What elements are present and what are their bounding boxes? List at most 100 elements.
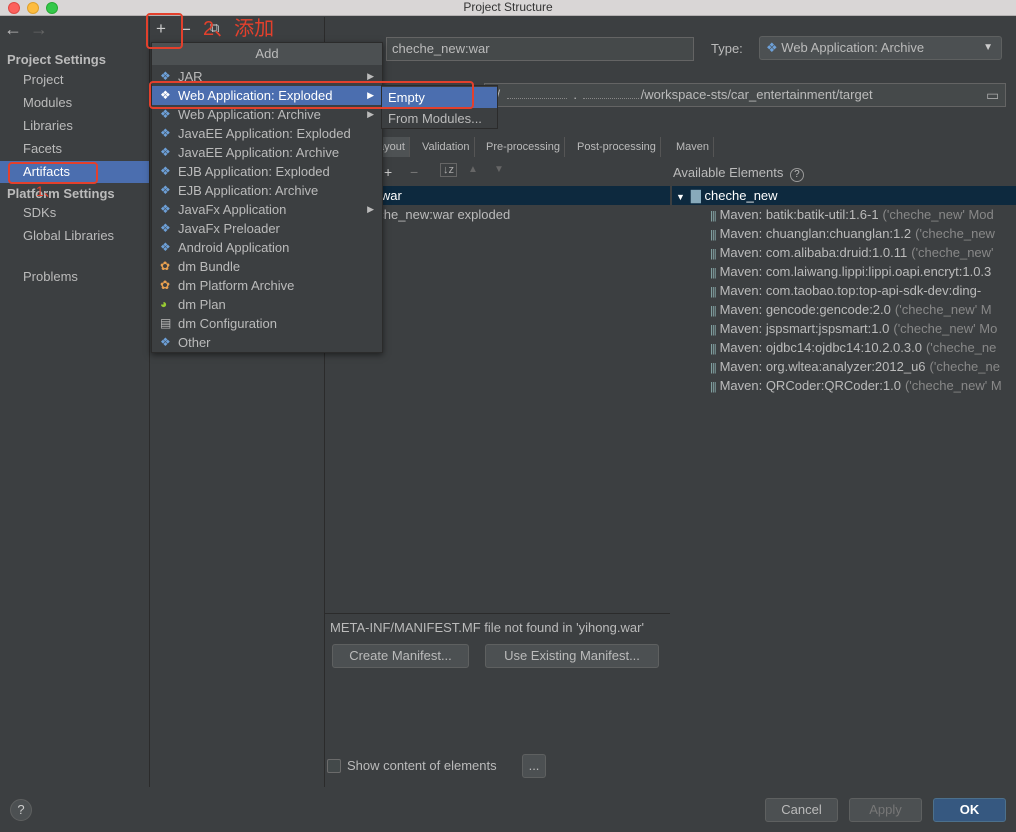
dm-config-icon: ▤ bbox=[160, 316, 172, 330]
use-existing-manifest-button[interactable]: Use Existing Manifest... bbox=[485, 644, 659, 668]
popup-item-dm-bundle[interactable]: ✿ dm Bundle bbox=[152, 257, 382, 276]
cancel-button[interactable]: Cancel bbox=[765, 798, 838, 822]
sidebar-item-project[interactable]: Project bbox=[0, 69, 149, 91]
redacted-path-segment-2 bbox=[582, 98, 639, 99]
move-down-icon[interactable]: ▼ bbox=[494, 164, 504, 175]
add-element-icon[interactable]: + bbox=[384, 164, 392, 180]
help-icon[interactable]: ? bbox=[789, 168, 804, 182]
popup-item-javafx-application[interactable]: ❖ JavaFx Application ▶ bbox=[152, 200, 382, 219]
sidebar-item-global-libraries[interactable]: Global Libraries bbox=[0, 225, 149, 247]
library-icon: ||| bbox=[710, 210, 717, 222]
library-icon: ||| bbox=[710, 362, 717, 374]
available-library-row[interactable]: ||| Maven: com.laiwang.lippi:lippi.oapi.e… bbox=[672, 262, 1016, 281]
available-library-row[interactable]: ||| Maven: ojdbc14:ojdbc14:10.2.0.3.0 ('ch… bbox=[672, 338, 1016, 357]
forward-arrow-icon[interactable]: → bbox=[30, 19, 48, 39]
nav-arrows: ← → bbox=[4, 19, 48, 40]
available-tree-root[interactable]: ▼ ▇ cheche_new bbox=[672, 186, 1016, 205]
popup-item-other[interactable]: ❖ Other bbox=[152, 333, 382, 352]
popup-item-android-application[interactable]: ❖ Android Application bbox=[152, 238, 382, 257]
module-folder-icon: ▇ bbox=[690, 188, 701, 203]
create-manifest-button[interactable]: Create Manifest... bbox=[332, 644, 469, 668]
settings-sidebar: ← → Project Settings Project Modules Libr… bbox=[0, 17, 150, 787]
apply-button[interactable]: Apply bbox=[849, 798, 922, 822]
submenu-item-from-modules[interactable]: From Modules... bbox=[382, 108, 497, 129]
ejb-archive-icon: ❖ bbox=[160, 183, 171, 197]
library-name: Maven: batik:batik-util:1.6-1 bbox=[719, 207, 879, 222]
show-content-checkbox[interactable] bbox=[327, 759, 341, 773]
popup-item-label: dm Bundle bbox=[178, 259, 241, 274]
popup-item-dm-plan[interactable]: ◕ dm Plan bbox=[152, 295, 382, 314]
sidebar-item-sdks[interactable]: SDKs bbox=[0, 202, 149, 224]
available-library-row[interactable]: ||| Maven: batik:batik-util:1.6-1 ('cheche… bbox=[672, 205, 1016, 224]
artifact-name-field[interactable]: cheche_new:war bbox=[386, 37, 694, 61]
chevron-down-icon: ▼ bbox=[983, 42, 993, 53]
popup-item-label: dm Configuration bbox=[178, 316, 277, 331]
popup-item-javafx-preloader[interactable]: ❖ JavaFx Preloader bbox=[152, 219, 382, 238]
other-icon: ❖ bbox=[160, 335, 171, 349]
available-library-row[interactable]: ||| Maven: org.wltea:analyzer:2012_u6 ('ch… bbox=[672, 357, 1016, 376]
sidebar-item-problems[interactable]: Problems bbox=[0, 266, 149, 288]
move-up-icon[interactable]: ▲ bbox=[468, 164, 478, 175]
popup-item-label: Android Application bbox=[178, 240, 290, 255]
tab-post-processing[interactable]: Post-processing bbox=[573, 137, 661, 157]
available-elements-label: Available Elements ? bbox=[673, 165, 804, 182]
available-library-row[interactable]: ||| Maven: com.taobao.top:top-api-sdk-dev… bbox=[672, 281, 1016, 300]
tab-maven[interactable]: Maven bbox=[672, 137, 715, 157]
artifact-type-select[interactable]: ❖ Web Application: Archive ▼ bbox=[759, 36, 1002, 60]
popup-item-ejb-application-archive[interactable]: ❖ EJB Application: Archive bbox=[152, 181, 382, 200]
library-name: Maven: chuanglan:chuanglan:1.2 bbox=[719, 226, 912, 241]
artifact-type-value: Web Application: Archive bbox=[781, 40, 925, 55]
popup-item-label: EJB Application: Archive bbox=[178, 183, 319, 198]
sort-icon[interactable]: ↓z bbox=[440, 163, 457, 177]
popup-item-label: JavaFx Application bbox=[178, 202, 287, 217]
library-module-suffix: ('cheche_new' Mo bbox=[893, 321, 998, 336]
web-app-icon: ❖ bbox=[766, 40, 778, 55]
ok-button[interactable]: OK bbox=[933, 798, 1006, 822]
library-module-suffix: ('cheche_new bbox=[915, 226, 995, 241]
sidebar-item-facets[interactable]: Facets bbox=[0, 138, 149, 160]
javafx-app-icon: ❖ bbox=[160, 202, 171, 216]
popup-item-javaee-application-exploded[interactable]: ❖ JavaEE Application: Exploded bbox=[152, 124, 382, 143]
sidebar-item-libraries[interactable]: Libraries bbox=[0, 115, 149, 137]
output-dir-value: /workspace-sts/car_entertainment/target bbox=[640, 87, 873, 102]
javafx-preloader-icon: ❖ bbox=[160, 221, 171, 235]
back-arrow-icon[interactable]: ← bbox=[4, 19, 22, 39]
remove-element-icon[interactable]: − bbox=[410, 164, 418, 180]
help-button[interactable]: ? bbox=[10, 799, 32, 821]
library-name: Maven: QRCoder:QRCoder:1.0 bbox=[719, 378, 901, 393]
output-directory-field[interactable]: s/ . /workspace-sts/car_entertainment/ta… bbox=[484, 83, 1006, 107]
available-elements-text: Available Elements bbox=[673, 165, 784, 180]
dm-plan-icon: ◕ bbox=[160, 297, 168, 311]
library-name: Maven: gencode:gencode:2.0 bbox=[719, 302, 891, 317]
available-library-row[interactable]: ||| Maven: com.alibaba:druid:1.0.11 ('chec… bbox=[672, 243, 1016, 262]
library-icon: ||| bbox=[710, 324, 717, 336]
submenu-arrow-icon: ▶ bbox=[367, 204, 374, 214]
sidebar-item-modules[interactable]: Modules bbox=[0, 92, 149, 114]
popup-item-ejb-application-exploded[interactable]: ❖ EJB Application: Exploded bbox=[152, 162, 382, 181]
available-root-label: cheche_new bbox=[704, 188, 778, 203]
popup-item-label: JavaEE Application: Exploded bbox=[178, 126, 351, 141]
popup-item-javaee-application-archive[interactable]: ❖ JavaEE Application: Archive bbox=[152, 143, 382, 162]
popup-title: Add bbox=[152, 43, 382, 65]
available-library-row[interactable]: ||| Maven: QRCoder:QRCoder:1.0 ('cheche_ne… bbox=[672, 376, 1016, 395]
library-name: Maven: com.taobao.top:top-api-sdk-dev:di… bbox=[719, 283, 982, 298]
tab-validation[interactable]: Validation bbox=[418, 137, 475, 157]
library-module-suffix: ('cheche_new' M bbox=[904, 378, 1002, 393]
show-content-options-button[interactable]: ... bbox=[522, 754, 546, 778]
platform-settings-header: Platform Settings bbox=[7, 186, 115, 201]
ejb-exploded-icon: ❖ bbox=[160, 164, 171, 178]
expand-arrow-icon: ▼ bbox=[676, 192, 685, 202]
popup-item-label: JavaEE Application: Archive bbox=[178, 145, 340, 160]
project-settings-header: Project Settings bbox=[7, 52, 106, 67]
popup-item-dm-configuration[interactable]: ▤ dm Configuration bbox=[152, 314, 382, 333]
library-module-suffix: ('cheche_new' bbox=[911, 245, 994, 260]
artifact-editor bbox=[325, 17, 1016, 787]
popup-item-label: Other bbox=[178, 335, 211, 350]
folder-browse-icon[interactable]: ▭ bbox=[986, 87, 999, 104]
available-library-row[interactable]: ||| Maven: jspsmart:jspsmart:1.0 ('cheche_… bbox=[672, 319, 1016, 338]
available-library-row[interactable]: ||| Maven: chuanglan:chuanglan:1.2 ('chech… bbox=[672, 224, 1016, 243]
available-library-row[interactable]: ||| Maven: gencode:gencode:2.0 ('cheche_ne… bbox=[672, 300, 1016, 319]
library-name: Maven: com.alibaba:druid:1.0.11 bbox=[719, 245, 908, 260]
popup-item-dm-platform-archive[interactable]: ✿ dm Platform Archive bbox=[152, 276, 382, 295]
tab-pre-processing[interactable]: Pre-processing bbox=[482, 137, 565, 157]
